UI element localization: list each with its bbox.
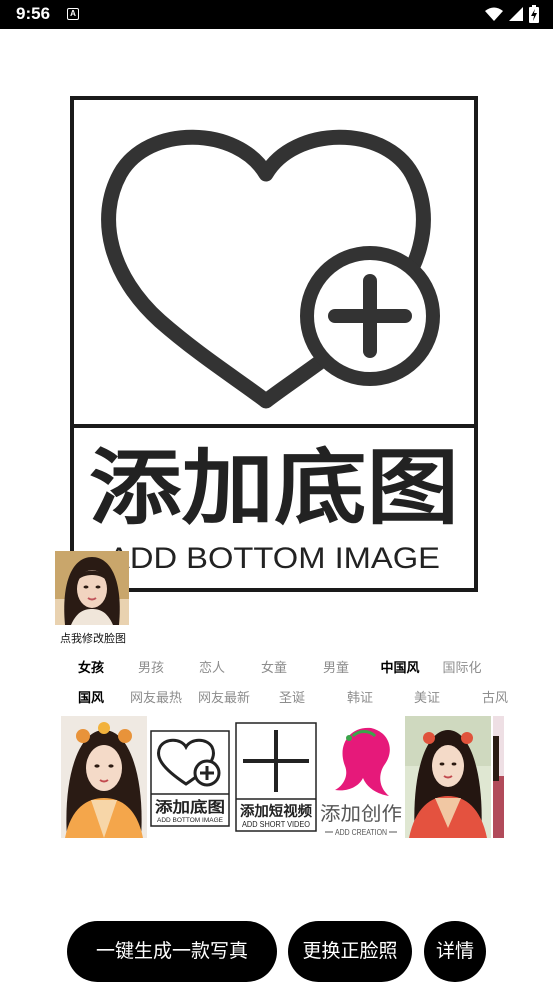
tab-category-chinese-style[interactable]: 中国风 [369, 658, 431, 680]
template-photo-3[interactable] [493, 716, 504, 838]
tab-category-boy-child[interactable]: 男童 [305, 658, 367, 680]
template-add-short-video[interactable]: 添加短视频 ADD SHORT VIDEO [235, 716, 317, 838]
template-add-video-cn: 添加短视频 [240, 803, 312, 820]
template-add-creation[interactable]: 添加创作 ADD CREATION [319, 716, 403, 838]
change-face-button[interactable]: 更换正脸照 [288, 921, 412, 982]
add-bottom-image-preview[interactable]: 添加底图 ADD BOTTOM IMAGE [70, 96, 478, 592]
template-add-bottom-en: ADD BOTTOM IMAGE [157, 818, 223, 824]
face-caption[interactable]: 点我修改脸图 [52, 630, 134, 646]
status-bar: 9:56 A [0, 0, 553, 29]
battery-charging-icon [529, 5, 539, 23]
template-add-bottom-image[interactable]: 添加底图 ADD BOTTOM IMAGE [150, 716, 230, 838]
status-icons [485, 5, 539, 23]
status-time: 9:56 [16, 4, 51, 23]
signal-icon [509, 6, 523, 21]
tab-style-hottest[interactable]: 网友最热 [125, 688, 187, 710]
preview-title-cn: 添加底图 [89, 441, 459, 536]
tab-style-ancient[interactable]: 古风 [464, 688, 510, 710]
template-photo-2[interactable] [405, 716, 491, 838]
wifi-icon [485, 7, 503, 21]
template-add-bottom-cn: 添加底图 [155, 798, 225, 816]
template-add-creation-cn: 添加创作 [320, 803, 402, 825]
template-strip[interactable]: 添加底图 ADD BOTTOM IMAGE 添加短视频 ADD SHORT VI… [61, 716, 504, 838]
tab-style-newest[interactable]: 网友最新 [193, 688, 255, 710]
notification-icon: A [67, 8, 79, 20]
template-add-video-en: ADD SHORT VIDEO [242, 820, 310, 829]
tab-category-boy[interactable]: 男孩 [120, 658, 182, 680]
generate-photo-button[interactable]: 一键生成一款写真 [67, 921, 277, 982]
face-thumbnail[interactable] [55, 551, 129, 625]
tab-category-girl-child[interactable]: 女童 [243, 658, 305, 680]
tab-category-girl[interactable]: 女孩 [60, 658, 122, 680]
detail-button[interactable]: 详情 [424, 921, 486, 982]
preview-title-en: ADD BOTTOM IMAGE [108, 542, 440, 575]
tab-style-us-id[interactable]: 美证 [396, 688, 458, 710]
tab-category-lovers[interactable]: 恋人 [181, 658, 243, 680]
tab-style-guofeng[interactable]: 国风 [60, 688, 122, 710]
tab-style-christmas[interactable]: 圣诞 [261, 688, 323, 710]
tab-style-korean-id[interactable]: 韩证 [329, 688, 391, 710]
category-tabs: 女孩 男孩 恋人 女童 男童 中国风 国际化 [60, 658, 510, 680]
template-add-creation-en: ADD CREATION [335, 828, 387, 837]
template-photo-1[interactable] [61, 716, 147, 838]
style-tabs: 国风 网友最热 网友最新 圣诞 韩证 美证 古风 [60, 688, 510, 710]
tab-category-international[interactable]: 国际化 [431, 658, 493, 680]
